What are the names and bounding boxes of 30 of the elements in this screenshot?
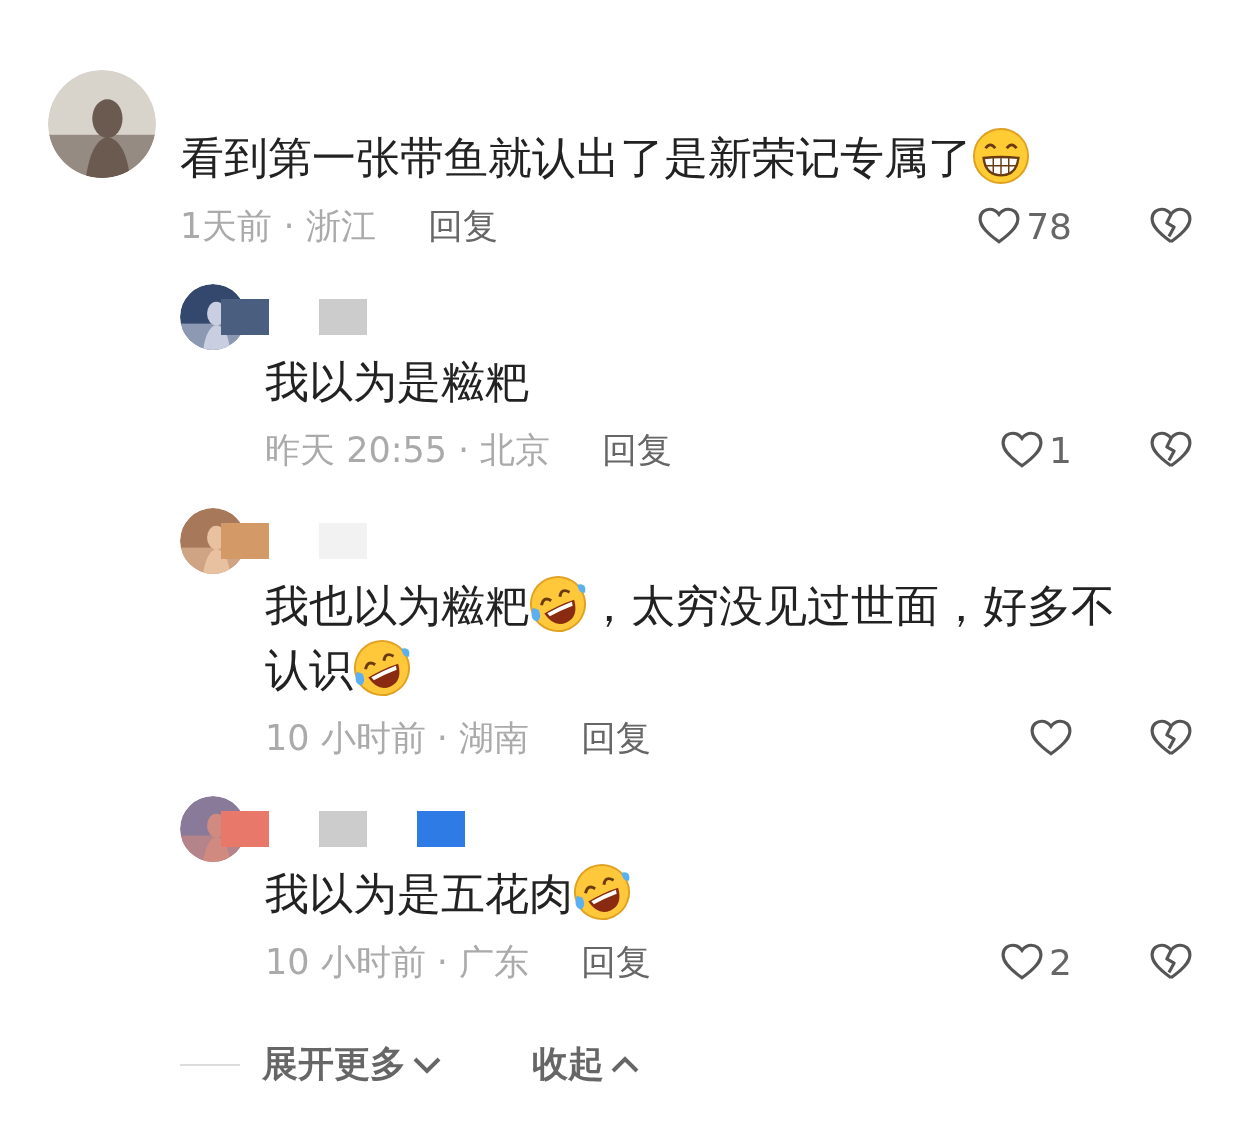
like-count: 1 — [1049, 429, 1072, 471]
like-count: 2 — [1049, 941, 1072, 983]
reply-button[interactable]: 回复 — [427, 202, 498, 250]
broken-heart-icon[interactable] — [1150, 431, 1192, 469]
laughing-crying-emoji-icon — [573, 863, 631, 921]
chevron-up-icon — [610, 1054, 640, 1075]
time-location: 昨天 20:55 · 北京 — [265, 428, 551, 472]
time-location: 10 小时前 · 湖南 — [265, 716, 530, 760]
broken-heart-icon[interactable] — [1150, 719, 1192, 757]
grinning-emoji-icon — [972, 127, 1030, 185]
time-location: 1天前 · 浙江 — [180, 204, 376, 248]
heart-icon[interactable] — [1001, 431, 1044, 469]
comment-text: 看到第一张带鱼就认出了是新荣记专属了 — [180, 126, 1242, 190]
reply-button[interactable]: 回复 — [581, 714, 652, 762]
reply-button[interactable]: 回复 — [602, 426, 673, 474]
laughing-crying-emoji-icon — [529, 575, 587, 633]
broken-heart-icon[interactable] — [1150, 943, 1192, 981]
collapse-button[interactable]: 收起 — [532, 1040, 640, 1089]
time-location: 10 小时前 · 广东 — [265, 940, 530, 984]
laughing-crying-emoji-icon — [353, 639, 411, 697]
expand-more-button[interactable]: 展开更多 — [262, 1040, 442, 1089]
heart-icon[interactable] — [1030, 719, 1072, 757]
broken-heart-icon[interactable] — [1150, 207, 1192, 245]
heart-icon[interactable] — [1001, 943, 1044, 981]
reply-button[interactable]: 回复 — [581, 938, 652, 986]
comment-text: 我以为是糍粑 — [265, 355, 530, 409]
comment-text: 我也以为糍粑 ，太穷没见过世面，好多不认识 — [265, 574, 1242, 702]
comment-text: 我以为是五花肉 — [265, 862, 1242, 926]
heart-icon[interactable] — [978, 207, 1021, 245]
like-count: 78 — [1026, 205, 1072, 247]
